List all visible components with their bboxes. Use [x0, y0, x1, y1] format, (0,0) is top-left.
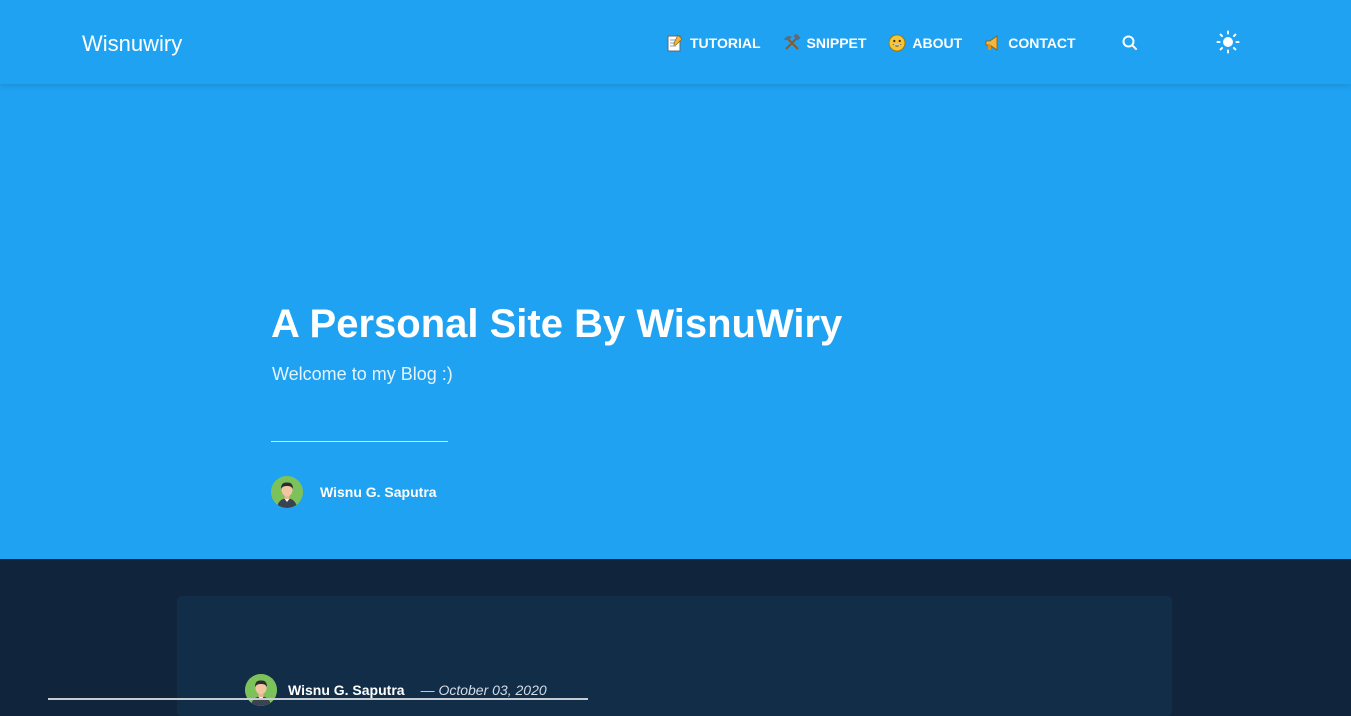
nav-item-tutorial[interactable]: TUTORIAL [666, 34, 761, 52]
avatar [271, 476, 303, 508]
grinning-face-emoji-icon [888, 34, 906, 52]
hero-divider [271, 441, 448, 442]
sun-icon[interactable] [1216, 30, 1240, 54]
hero-title: A Personal Site By WisnuWiry [271, 302, 843, 346]
post-meta: Wisnu G. Saputra — October 03, 2020 [245, 674, 547, 706]
post-author-name[interactable]: Wisnu G. Saputra [288, 682, 405, 698]
brand-logo-link[interactable]: Wisnuwiry [82, 30, 182, 58]
hero-section: A Personal Site By WisnuWiry Welcome to … [0, 84, 1351, 559]
loudspeaker-emoji-icon [984, 34, 1002, 52]
nav-item-about[interactable]: ABOUT [888, 34, 962, 52]
hero-author[interactable]: Wisnu G. Saputra [271, 476, 437, 508]
author-name: Wisnu G. Saputra [320, 484, 437, 500]
nav-item-label: ABOUT [912, 35, 963, 51]
nav-item-snippet[interactable]: SNIPPET [783, 33, 867, 52]
nav-item-contact[interactable]: CONTACT [984, 34, 1076, 52]
nav-item-label: SNIPPET [806, 35, 867, 51]
memo-emoji-icon [666, 34, 684, 52]
nav-item-label: TUTORIAL [690, 35, 761, 51]
hammer-and-pick-emoji-icon [783, 33, 801, 52]
avatar [245, 674, 277, 706]
post-date: — October 03, 2020 [420, 682, 547, 698]
search-icon[interactable] [1121, 34, 1139, 52]
navbar: Wisnuwiry TUTORIAL SNIPPET ABOUT CONTACT [0, 0, 1351, 84]
nav-menu: TUTORIAL SNIPPET ABOUT CONTACT [666, 33, 1098, 53]
nav-item-label: CONTACT [1008, 35, 1076, 51]
hero-subtitle: Welcome to my Blog :) [272, 364, 453, 384]
